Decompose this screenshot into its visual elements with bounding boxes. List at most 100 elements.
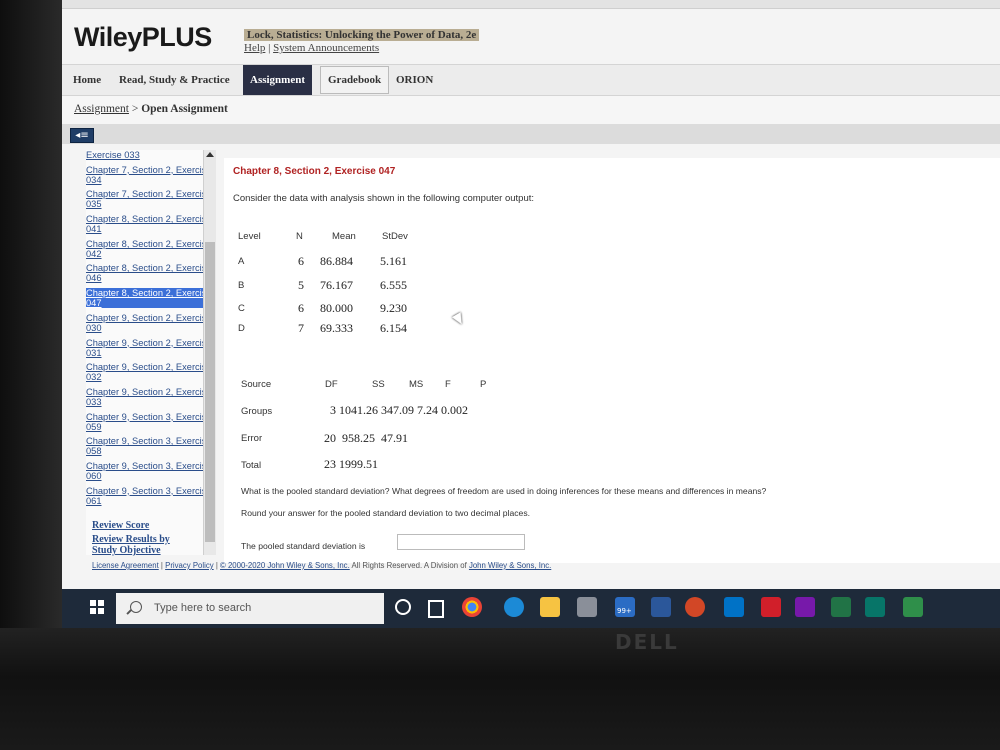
- mean-cell: 76.167: [320, 278, 353, 292]
- copyright-link[interactable]: © 2000-2020 John Wiley & Sons, Inc.: [220, 561, 350, 570]
- mean-cell: 69.333: [320, 321, 353, 335]
- main-nav: Home Read, Study & Practice Assignment G…: [62, 64, 1000, 96]
- exercise-title: Chapter 8, Section 2, Exercise 047: [233, 166, 396, 177]
- tab-gradebook[interactable]: Gradebook: [320, 66, 390, 94]
- store-icon[interactable]: [577, 597, 597, 617]
- level-cell: C: [238, 303, 245, 314]
- header-df: DF: [325, 379, 338, 390]
- level-cell: B: [238, 280, 245, 291]
- privacy-policy-link[interactable]: Privacy Policy: [165, 561, 214, 570]
- review-score-link[interactable]: Review Score: [92, 520, 192, 531]
- edge-icon[interactable]: [504, 597, 524, 617]
- taskbar-search[interactable]: Type here to search: [116, 593, 384, 624]
- n-cell: 6: [298, 301, 304, 315]
- sidebar-item[interactable]: Chapter 8, Section 2, Exercise 041: [86, 214, 212, 234]
- header-ms: MS: [409, 379, 424, 390]
- breadcrumb-current: Open Assignment: [141, 103, 228, 115]
- breadcrumb: Assignment > Open Assignment: [74, 103, 228, 115]
- sidebar-item[interactable]: Chapter 9, Section 3, Exercise 059: [86, 412, 212, 432]
- sidebar-item[interactable]: Chapter 9, Section 2, Exercise 032: [86, 362, 212, 382]
- stdev-cell: 9.230: [380, 301, 407, 315]
- sidebar-item[interactable]: Exercise 033: [86, 150, 212, 160]
- header-f: F: [445, 379, 451, 390]
- outlook-icon[interactable]: [724, 597, 744, 617]
- header-n: N: [296, 231, 303, 242]
- course-title: Lock, Statistics: Unlocking the Power of…: [244, 29, 480, 41]
- n-cell: 5: [298, 278, 304, 292]
- word-icon[interactable]: [651, 597, 671, 617]
- sidebar-item[interactable]: Chapter 9, Section 3, Exercise 060: [86, 461, 212, 481]
- sidebar-item[interactable]: Chapter 9, Section 3, Exercise 061: [86, 486, 212, 506]
- file-explorer-icon[interactable]: [540, 597, 560, 617]
- sidebar-item[interactable]: Chapter 7, Section 2, Exercise 035: [86, 189, 212, 209]
- system-announcements-link[interactable]: System Announcements: [273, 42, 379, 54]
- n-cell: 7: [298, 321, 304, 335]
- mean-cell: 80.000: [320, 301, 353, 315]
- sidebar-item[interactable]: Chapter 9, Section 3, Exercise 058: [86, 436, 212, 456]
- exercise-panel: [224, 158, 1000, 563]
- source-cell: Total: [241, 460, 262, 471]
- wileyplus-logo[interactable]: WileyPLUS: [74, 22, 212, 53]
- pooled-sd-input[interactable]: [397, 534, 525, 550]
- license-agreement-link[interactable]: License Agreement: [92, 561, 159, 570]
- header-level: Level: [238, 231, 261, 242]
- stdev-cell: 6.555: [380, 278, 407, 292]
- header-ss: SS: [372, 379, 385, 390]
- tab-orion[interactable]: ORION: [389, 65, 440, 95]
- anova-values: 23 1999.51: [324, 457, 378, 471]
- excel-icon[interactable]: [831, 597, 851, 617]
- chrome-icon[interactable]: [462, 597, 482, 617]
- tab-home[interactable]: Home: [66, 65, 108, 95]
- mail-icon[interactable]: 99+: [615, 597, 635, 617]
- mean-cell: 86.884: [320, 254, 353, 268]
- tab-assignment[interactable]: Assignment: [243, 65, 313, 95]
- monitor-bezel-bottom: [0, 628, 1000, 750]
- onenote-icon[interactable]: [795, 597, 815, 617]
- sidebar-item-selected[interactable]: Chapter 8, Section 2, Exercise 047: [86, 288, 212, 309]
- sidebar-item[interactable]: Chapter 9, Section 2, Exercise 031: [86, 338, 212, 358]
- level-cell: D: [238, 323, 245, 334]
- sidebar-item[interactable]: Chapter 9, Section 2, Exercise 030: [86, 313, 212, 333]
- anova-values: 3 1041.26 347.09 7.24 0.002: [330, 403, 468, 417]
- powerpoint-icon[interactable]: [685, 597, 705, 617]
- sidebar-scrollbar[interactable]: [203, 150, 216, 555]
- header-source: Source: [241, 379, 272, 390]
- scroll-up-icon[interactable]: [206, 152, 214, 157]
- sidebar-item[interactable]: Chapter 8, Section 2, Exercise 046: [86, 263, 212, 283]
- breadcrumb-assignment-link[interactable]: Assignment: [74, 103, 129, 115]
- publisher-icon[interactable]: [865, 597, 885, 617]
- toggle-bar: [62, 124, 1000, 144]
- help-separator: |: [268, 42, 271, 54]
- settings-icon[interactable]: [903, 597, 923, 617]
- sidebar-item[interactable]: Chapter 8, Section 2, Exercise 042: [86, 239, 212, 259]
- search-placeholder: Type here to search: [154, 602, 252, 614]
- company-link[interactable]: John Wiley & Sons, Inc.: [469, 561, 551, 570]
- question-text: What is the pooled standard deviation? W…: [241, 486, 767, 496]
- tab-read-study-practice[interactable]: Read, Study & Practice: [112, 65, 237, 95]
- anova-values: 20 958.25 47.91: [324, 431, 408, 445]
- header-stdev: StDev: [382, 231, 408, 242]
- sidebar-item[interactable]: Chapter 7, Section 2, Exercise 034: [86, 165, 212, 185]
- help-links: Help | System Announcements: [244, 42, 379, 54]
- n-cell: 6: [298, 254, 304, 268]
- browser-top-strip: [62, 0, 1000, 9]
- source-cell: Error: [241, 433, 263, 444]
- cortana-icon[interactable]: [395, 599, 411, 615]
- rights-text: All Rights Reserved. A Division of: [351, 561, 467, 570]
- dell-logo: DELL: [615, 630, 679, 654]
- sidebar-item[interactable]: Chapter 9, Section 2, Exercise 033: [86, 387, 212, 407]
- task-view-icon[interactable]: [428, 600, 444, 618]
- acrobat-icon[interactable]: [761, 597, 781, 617]
- stdev-cell: 5.161: [380, 254, 407, 268]
- source-cell: Groups: [241, 406, 273, 417]
- windows-start-icon[interactable]: [90, 600, 104, 614]
- level-cell: A: [238, 256, 245, 267]
- footer-separator: |: [160, 561, 163, 570]
- toggle-sidebar-icon[interactable]: ◂≡: [70, 128, 94, 143]
- scroll-thumb[interactable]: [205, 242, 215, 542]
- review-links: Review Score Review Results by Study Obj…: [92, 520, 192, 556]
- review-results-link[interactable]: Review Results by Study Objective: [92, 534, 192, 556]
- header-mean: Mean: [332, 231, 356, 242]
- help-link[interactable]: Help: [244, 42, 265, 54]
- search-icon: [130, 601, 142, 613]
